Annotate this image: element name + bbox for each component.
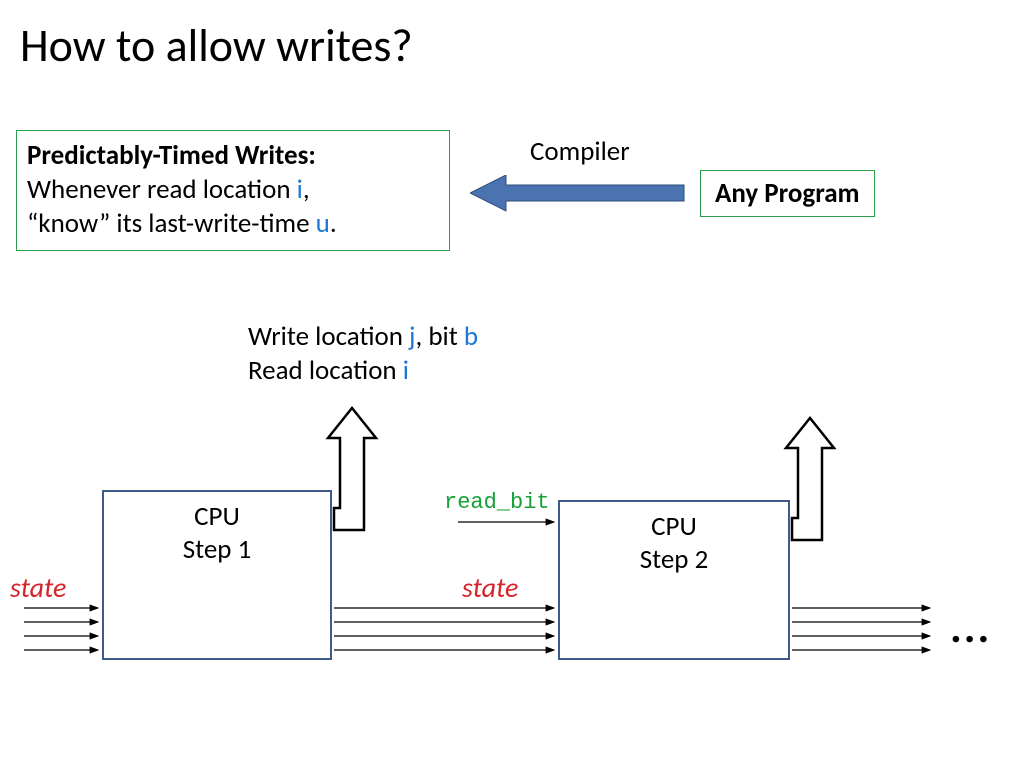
variable-b: b (464, 320, 478, 353)
compiler-arrow-icon (470, 175, 690, 215)
mid-text: , bit (415, 320, 463, 353)
ptw-line1: Whenever read location i, (27, 173, 439, 207)
ptw-text: Whenever read location (27, 173, 297, 206)
state-label-2: state (462, 570, 518, 605)
state-label-1: state (10, 570, 66, 605)
ptw-text: “know” its last-write-time (27, 207, 316, 240)
write-read-annotation: Write location j, bit b Read location i (248, 320, 478, 388)
read-bit-label: read_bit (444, 490, 550, 515)
mid-text: Write location (248, 320, 409, 353)
variable-i: i (403, 354, 409, 387)
cpu-label: CPU (560, 510, 788, 543)
ptw-text: . (330, 207, 337, 240)
mid-text: Read location (248, 354, 403, 387)
cpu-label: CPU (104, 500, 330, 533)
cpu-step2-box: CPU Step 2 (558, 500, 790, 660)
compiler-label: Compiler (530, 135, 630, 168)
any-program-box: Any Program (700, 170, 875, 217)
variable-u: u (316, 207, 330, 240)
predictably-timed-writes-box: Predictably-Timed Writes: Whenever read … (16, 130, 450, 251)
cpu-step1-box: CPU Step 1 (102, 490, 332, 660)
ptw-heading: Predictably-Timed Writes: (27, 139, 439, 173)
ellipsis: ... (950, 600, 991, 654)
cpu-step-label: Step 1 (104, 533, 330, 566)
cpu-step-label: Step 2 (560, 543, 788, 576)
ptw-line2: “know” its last-write-time u. (27, 207, 439, 241)
slide-title: How to allow writes? (20, 18, 413, 74)
ptw-text: , (303, 173, 310, 206)
